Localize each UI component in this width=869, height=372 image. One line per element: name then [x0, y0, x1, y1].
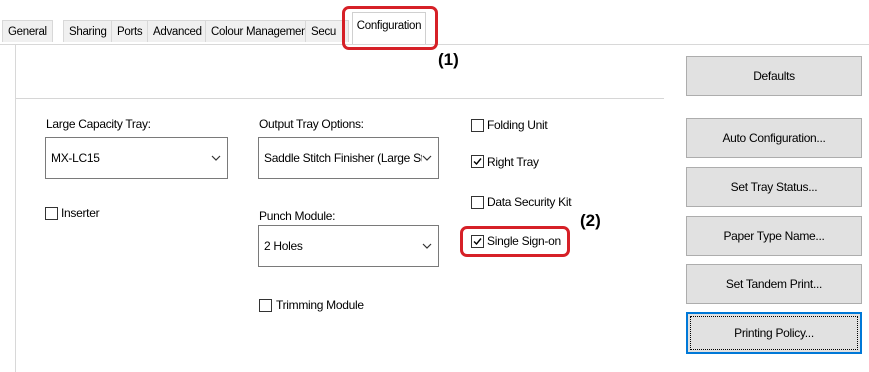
- set-tray-status-button[interactable]: Set Tray Status...: [686, 167, 862, 207]
- set-tandem-print-button[interactable]: Set Tandem Print...: [686, 264, 862, 304]
- callout-1: (1): [438, 50, 459, 69]
- checkmark-icon: [473, 158, 482, 166]
- chevron-down-icon: [211, 155, 221, 161]
- output-tray-options-label: Output Tray Options:: [259, 117, 364, 131]
- single-sign-on-label: Single Sign-on: [487, 234, 561, 248]
- chevron-down-icon: [422, 155, 432, 161]
- large-capacity-tray-label: Large Capacity Tray:: [46, 117, 151, 131]
- large-capacity-tray-value: MX-LC15: [51, 151, 100, 165]
- printing-policy-button[interactable]: Printing Policy...: [686, 312, 862, 354]
- tab-sharing[interactable]: Sharing: [63, 20, 113, 42]
- folding-unit-checkbox[interactable]: [471, 119, 484, 132]
- punch-module-label: Punch Module:: [259, 209, 336, 223]
- separator-line: [16, 98, 664, 99]
- focus-rectangle: [690, 316, 858, 350]
- auto-configuration-button[interactable]: Auto Configuration...: [686, 118, 862, 158]
- paper-type-name-button-label: Paper Type Name...: [723, 229, 825, 243]
- defaults-button[interactable]: Defaults: [686, 56, 862, 96]
- output-tray-options-value: Saddle Stitch Finisher (Large Stack: [264, 151, 422, 165]
- right-tray-checkbox[interactable]: [471, 155, 484, 168]
- output-tray-options-select[interactable]: Saddle Stitch Finisher (Large Stack: [258, 137, 439, 179]
- panel-left-border: [15, 44, 16, 372]
- punch-module-select[interactable]: 2 Holes: [258, 225, 439, 267]
- right-tray-label: Right Tray: [487, 155, 539, 169]
- paper-type-name-button[interactable]: Paper Type Name...: [686, 216, 862, 256]
- punch-module-value: 2 Holes: [264, 239, 303, 253]
- tab-general[interactable]: General: [2, 20, 53, 42]
- inserter-label: Inserter: [61, 206, 100, 220]
- chevron-down-icon: [422, 243, 432, 249]
- data-security-kit-label: Data Security Kit: [487, 195, 572, 209]
- set-tray-status-button-label: Set Tray Status...: [730, 180, 818, 194]
- checkmark-icon: [473, 238, 482, 246]
- callout-2: (2): [580, 211, 601, 230]
- folding-unit-label: Folding Unit: [487, 118, 548, 132]
- configuration-tab-highlight: [342, 6, 438, 50]
- tab-advanced[interactable]: Advanced: [147, 20, 208, 42]
- auto-configuration-button-label: Auto Configuration...: [722, 131, 826, 145]
- inserter-checkbox[interactable]: [45, 207, 58, 220]
- defaults-button-label: Defaults: [753, 69, 795, 83]
- tab-ports[interactable]: Ports: [111, 20, 149, 42]
- trimming-module-label: Trimming Module: [276, 298, 364, 312]
- tab-colour-management[interactable]: Colour Management: [205, 20, 317, 42]
- data-security-kit-checkbox[interactable]: [471, 196, 484, 209]
- set-tandem-print-button-label: Set Tandem Print...: [725, 277, 823, 291]
- single-sign-on-checkbox[interactable]: [471, 235, 484, 248]
- large-capacity-tray-select[interactable]: MX-LC15: [45, 137, 228, 179]
- trimming-module-checkbox[interactable]: [259, 299, 272, 312]
